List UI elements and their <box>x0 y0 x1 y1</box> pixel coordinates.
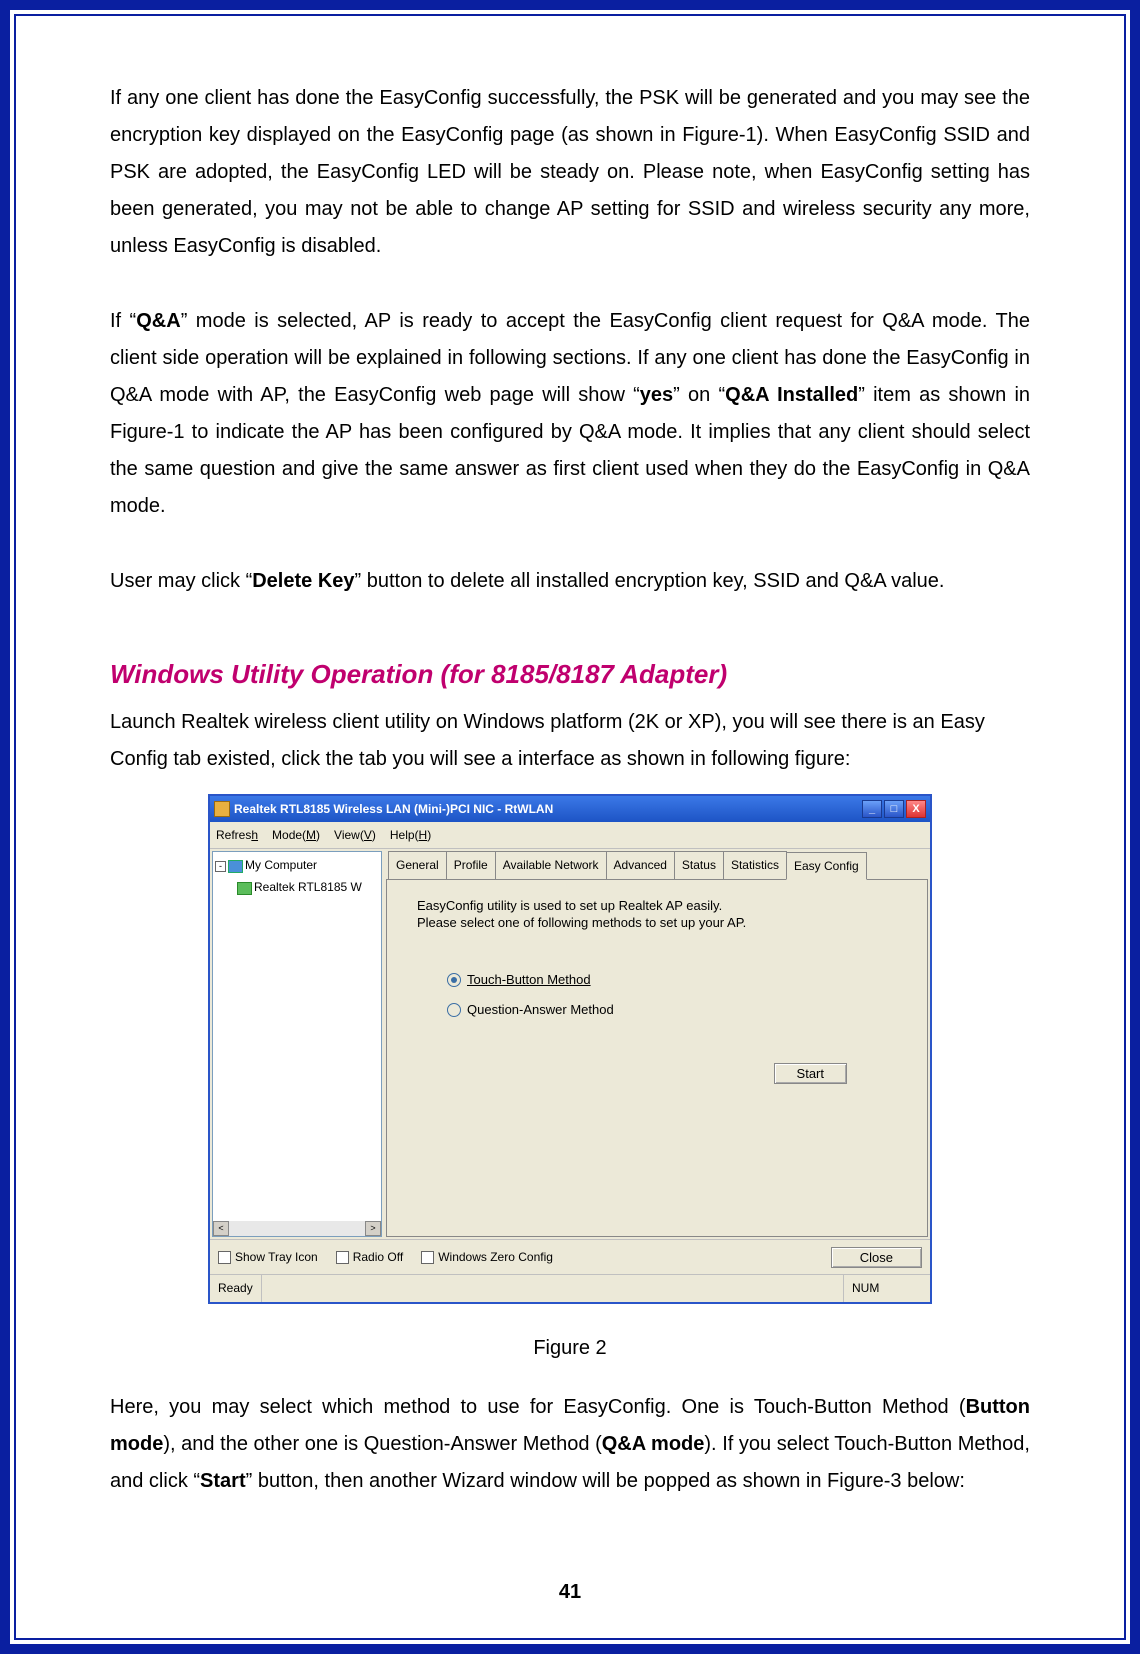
t: h <box>251 828 258 842</box>
radio-label: Touch-Button Method <box>467 968 591 992</box>
checkbox-windows-zero[interactable] <box>421 1251 434 1264</box>
t: Help( <box>390 828 419 842</box>
tree-root[interactable]: - My Computer <box>215 854 379 876</box>
bold-delete-key: Delete Key <box>252 570 354 592</box>
radio-icon[interactable] <box>447 1003 461 1017</box>
t: Refres <box>216 828 251 842</box>
t: ) <box>372 828 376 842</box>
page-number: 41 <box>10 1581 1130 1604</box>
t: If “ <box>110 310 136 332</box>
paragraph-method-select: Here, you may select which method to use… <box>110 1389 1030 1500</box>
menu-help[interactable]: Help(H) <box>390 824 431 846</box>
t: ) <box>316 828 320 842</box>
hint-text: EasyConfig utility is used to set up Rea… <box>417 898 907 932</box>
t: Realtek RTL8185 W <box>254 880 362 894</box>
t: Mode( <box>272 828 306 842</box>
bold-qa: Q&A <box>136 310 180 332</box>
document-body: If any one client has done the EasyConfi… <box>110 80 1030 1538</box>
minimize-button[interactable]: _ <box>862 800 882 818</box>
radio-icon[interactable] <box>447 973 461 987</box>
bold-qa-mode: Q&A mode <box>602 1433 705 1455</box>
app-icon <box>214 801 230 817</box>
t: M <box>306 828 316 842</box>
nic-icon <box>237 882 252 895</box>
menu-view[interactable]: View(V) <box>334 824 376 846</box>
tab-available-network[interactable]: Available Network <box>495 851 607 879</box>
bold-qa-installed: Q&A Installed <box>725 384 858 406</box>
menubar: Refresh Mode(M) View(V) Help(H) <box>210 822 930 849</box>
start-button[interactable]: Start <box>774 1063 847 1084</box>
radio-touch-button[interactable]: Touch-Button Method <box>447 968 907 992</box>
t: User may click “ <box>110 570 252 592</box>
status-num: NUM <box>843 1275 930 1301</box>
bottom-bar: Show Tray Icon Radio Off Windows Zero Co… <box>210 1239 930 1274</box>
menu-mode[interactable]: Mode(M) <box>272 824 320 846</box>
t: ” on “ <box>673 384 725 406</box>
collapse-icon[interactable]: - <box>215 861 226 872</box>
t: EasyConfig utility is used to set up Rea… <box>417 898 722 913</box>
t: ” button to delete all installed encrypt… <box>355 570 945 592</box>
bold-start: Start <box>200 1470 246 1492</box>
t: Here, you may select which method to use… <box>110 1396 966 1418</box>
close-button[interactable]: X <box>906 800 926 818</box>
label-radio-off: Radio Off <box>353 1246 403 1268</box>
window-title: Realtek RTL8185 Wireless LAN (Mini-)PCI … <box>234 798 862 820</box>
scroll-right-icon[interactable]: > <box>365 1221 381 1236</box>
t: ” button, then another Wizard window wil… <box>246 1470 965 1492</box>
checkbox-radio-off[interactable] <box>336 1251 349 1264</box>
label-windows-zero: Windows Zero Config <box>438 1246 553 1268</box>
tree-child[interactable]: Realtek RTL8185 W <box>215 876 379 898</box>
status-bar: Ready NUM <box>210 1274 930 1301</box>
t: ) <box>427 828 431 842</box>
device-tree[interactable]: - My Computer Realtek RTL8185 W < > <box>212 851 382 1237</box>
bold-yes: yes <box>640 384 673 406</box>
scroll-left-icon[interactable]: < <box>213 1221 229 1236</box>
tab-profile[interactable]: Profile <box>446 851 496 879</box>
t: V <box>364 828 372 842</box>
menu-refresh[interactable]: Refresh <box>216 824 258 846</box>
radio-question-answer[interactable]: Question-Answer Method <box>447 998 907 1022</box>
status-ready: Ready <box>210 1275 262 1301</box>
xp-window: Realtek RTL8185 Wireless LAN (Mini-)PCI … <box>208 794 932 1304</box>
paragraph-launch: Launch Realtek wireless client utility o… <box>110 704 1030 778</box>
tab-easy-config[interactable]: Easy Config <box>786 852 867 880</box>
maximize-button[interactable]: □ <box>884 800 904 818</box>
close-window-button[interactable]: Close <box>831 1247 922 1268</box>
radio-label: Question-Answer Method <box>467 998 614 1022</box>
section-title: Windows Utility Operation (for 8185/8187… <box>110 650 1030 698</box>
tree-scrollbar[interactable]: < > <box>213 1221 381 1236</box>
t: Please select one of following methods t… <box>417 915 746 930</box>
t: View( <box>334 828 364 842</box>
t: H <box>419 828 428 842</box>
paragraph-delete-key: User may click “Delete Key” button to de… <box>110 563 1030 600</box>
checkbox-tray-icon[interactable] <box>218 1251 231 1264</box>
computer-icon <box>228 860 243 873</box>
paragraph-qa-mode: If “Q&A” mode is selected, AP is ready t… <box>110 303 1030 525</box>
tab-strip: General Profile Available Network Advanc… <box>388 851 928 879</box>
titlebar[interactable]: Realtek RTL8185 Wireless LAN (Mini-)PCI … <box>210 796 930 822</box>
tab-status[interactable]: Status <box>674 851 724 879</box>
label-tray-icon: Show Tray Icon <box>235 1246 318 1268</box>
tab-advanced[interactable]: Advanced <box>606 851 675 879</box>
tab-content: EasyConfig utility is used to set up Rea… <box>386 879 928 1237</box>
paragraph-psk: If any one client has done the EasyConfi… <box>110 80 1030 265</box>
t: My Computer <box>245 858 317 872</box>
tab-statistics[interactable]: Statistics <box>723 851 787 879</box>
figure-caption: Figure 2 <box>110 1330 1030 1367</box>
t: ), and the other one is Question-Answer … <box>163 1433 601 1455</box>
tab-general[interactable]: General <box>388 851 447 879</box>
